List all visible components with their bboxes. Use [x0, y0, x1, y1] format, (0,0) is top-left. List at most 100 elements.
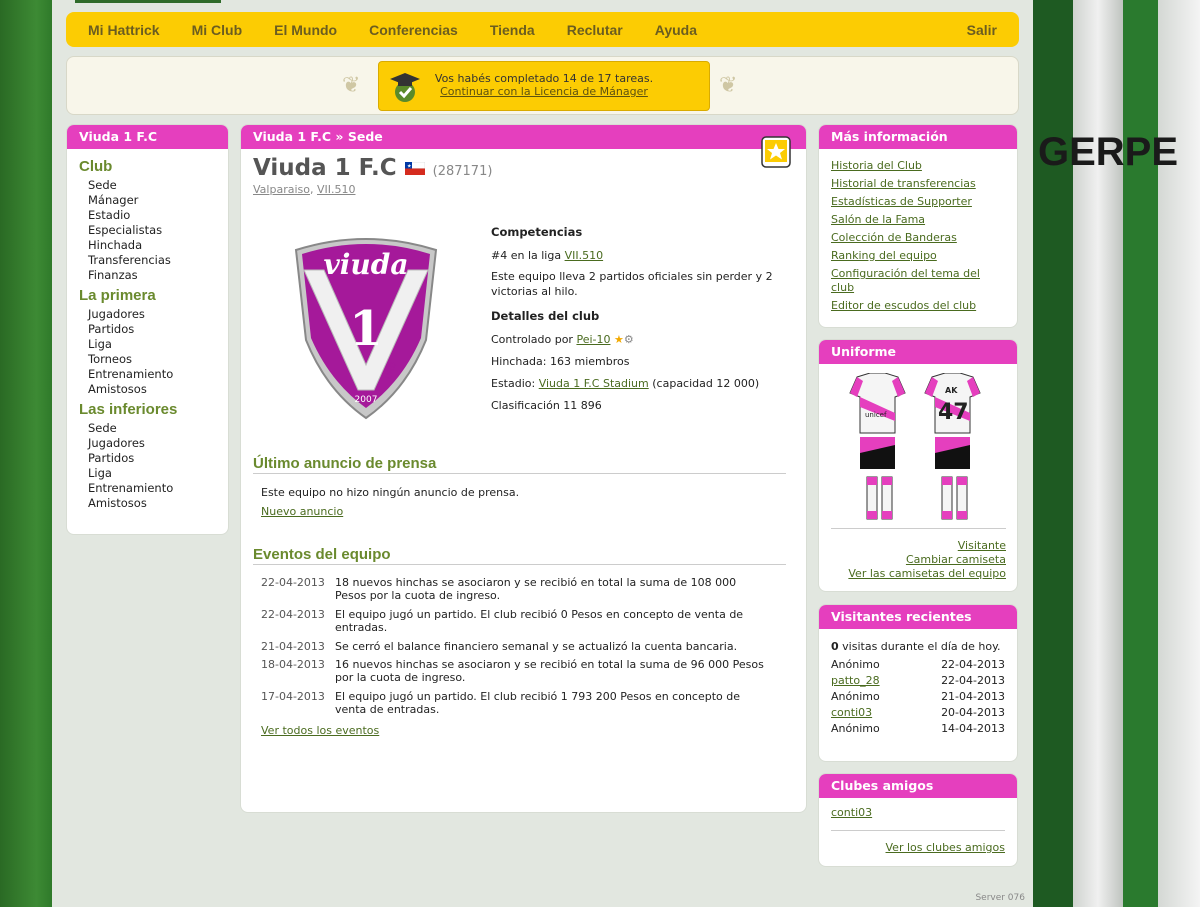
shirt-number: 47 — [938, 400, 969, 425]
license-link[interactable]: Continuar con la Licencia de Mánager — [440, 85, 648, 98]
change-shirt-link[interactable]: Cambiar camiseta — [831, 553, 1006, 567]
uniform-title: Uniforme — [819, 340, 1017, 364]
event-text: El equipo jugó un partido. El club recib… — [335, 608, 744, 634]
shirt-name: AK — [945, 386, 958, 395]
menu-item-youth-partidos[interactable]: Partidos — [79, 451, 216, 466]
theme-settings-link[interactable]: Configuración del tema del club — [831, 267, 1005, 295]
manager-link[interactable]: Pei-10 — [576, 333, 610, 346]
shirt-sponsor: unicef — [865, 411, 887, 419]
club-logo: viuda 1 2007 UNO — [294, 238, 438, 420]
uniform-links: Visitante Cambiar camiseta Ver las camis… — [831, 528, 1006, 581]
league-position: #4 en la liga — [491, 249, 562, 262]
league-position-link[interactable]: VII.510 — [565, 249, 604, 262]
menu-item-youth-entrenamiento[interactable]: Entrenamiento — [79, 481, 216, 496]
all-friends-link[interactable]: Ver los clubes amigos — [886, 841, 1005, 854]
nav-el-mundo[interactable]: El Mundo — [274, 22, 337, 38]
menu-item-youth-liga[interactable]: Liga — [79, 466, 216, 481]
flag-collection-link[interactable]: Colección de Banderas — [831, 229, 1005, 247]
team-ranking-link[interactable]: Ranking del equipo — [831, 247, 1005, 265]
region-link[interactable]: Valparaiso — [253, 183, 310, 196]
visitor-date: 20-04-2013 — [941, 706, 1005, 719]
supporter-stats-link[interactable]: Estadísticas de Supporter — [831, 193, 1005, 211]
visitor-row: conti03 20-04-2013 — [831, 705, 1005, 721]
nav-reclutar[interactable]: Reclutar — [567, 22, 623, 38]
visits-today: 0 visitas durante el día de hoy. — [831, 640, 1005, 654]
event-text: 16 nuevos hinchas se asociaron y se reci… — [335, 658, 764, 684]
hall-of-fame-link[interactable]: Salón de la Fama — [831, 211, 1005, 229]
supporter-star-icon: ★ — [613, 333, 624, 346]
away-kit-link[interactable]: Visitante — [831, 539, 1006, 553]
menu-item-entrenamiento[interactable]: Entrenamiento — [79, 367, 216, 382]
breadcrumb-separator: » — [335, 129, 344, 144]
visits-text: visitas durante el día de hoy. — [842, 640, 1001, 653]
menu-item-sede[interactable]: Sede — [79, 178, 216, 193]
nav-ayuda[interactable]: Ayuda — [655, 22, 697, 38]
license-box: Vos habés completado 14 de 17 tareas. Co… — [378, 61, 710, 111]
all-events-link[interactable]: Ver todos los eventos — [261, 724, 379, 737]
logout-link[interactable]: Salir — [967, 22, 997, 38]
server-label: Server 076 — [975, 893, 1025, 903]
menu-item-amistosos[interactable]: Amistosos — [79, 382, 216, 397]
visitor-name: Anónimo — [831, 690, 880, 703]
visitor-link[interactable]: conti03 — [831, 705, 872, 721]
graduation-cap-icon — [390, 73, 420, 102]
uniform-image: unicef AK 47 — [849, 373, 981, 520]
visitor-date: 14-04-2013 — [941, 722, 1005, 735]
club-ranking: Clasificación 11 896 — [491, 399, 602, 412]
logo-year: 2007 — [355, 395, 378, 405]
menu-item-youth-jugadores[interactable]: Jugadores — [79, 436, 216, 451]
team-shirts-link[interactable]: Ver las camisetas del equipo — [831, 567, 1006, 581]
menu-item-jugadores[interactable]: Jugadores — [79, 307, 216, 322]
menu-item-estadio[interactable]: Estadio — [79, 208, 216, 223]
visitor-link[interactable]: patto_28 — [831, 673, 880, 689]
menu-item-partidos[interactable]: Partidos — [79, 322, 216, 337]
chile-flag-icon: ★ — [404, 161, 425, 175]
left-menu-panel: Viuda 1 F.C Club Sede Mánager Estadio Es… — [66, 124, 229, 535]
crest-editor-link[interactable]: Editor de escudos del club — [831, 297, 1005, 315]
visitor-date: 21-04-2013 — [941, 690, 1005, 703]
stadium-label: Estadio: — [491, 377, 536, 390]
club-history-link[interactable]: Historia del Club — [831, 157, 1005, 175]
event-date: 21-04-2013 — [261, 640, 325, 653]
menu-item-manager[interactable]: Mánager — [79, 193, 216, 208]
league-link[interactable]: VII.510 — [317, 183, 356, 196]
visitor-row: Anónimo 14-04-2013 — [831, 721, 1005, 737]
menu-item-liga[interactable]: Liga — [79, 337, 216, 352]
menu-item-especialistas[interactable]: Especialistas — [79, 223, 216, 238]
main-panel: Viuda 1 F.C » Sede Viuda 1 F.C ★ (287171… — [240, 124, 807, 813]
menu-item-torneos[interactable]: Torneos — [79, 352, 216, 367]
nav-mi-club[interactable]: Mi Club — [192, 22, 243, 38]
top-strip — [75, 0, 221, 3]
stadium-link[interactable]: Viuda 1 F.C Stadium — [539, 377, 649, 390]
ornament-left-icon: ❦ — [342, 73, 361, 98]
menu-item-youth-amistosos[interactable]: Amistosos — [79, 496, 216, 511]
jersey-print: GERPE — [1038, 130, 1179, 174]
stadium-capacity: (capacidad 12 000) — [652, 377, 760, 390]
menu-item-transferencias[interactable]: Transferencias — [79, 253, 216, 268]
logo-number: 1 — [349, 301, 382, 357]
competitions-title: Competencias — [491, 225, 583, 239]
recent-visitors-panel: Visitantes recientes 0 visitas durante e… — [818, 604, 1018, 762]
nav-mi-hattrick[interactable]: Mi Hattrick — [88, 22, 160, 38]
friend-club-link[interactable]: conti03 — [831, 806, 1005, 820]
nav-conferencias[interactable]: Conferencias — [369, 22, 458, 38]
breadcrumb-club[interactable]: Viuda 1 F.C — [253, 129, 331, 144]
background-jersey: GERPE — [1033, 0, 1200, 907]
event-text: Se cerró el balance financiero semanal y… — [335, 640, 738, 653]
new-press-link[interactable]: Nuevo anuncio — [261, 505, 343, 518]
visitor-row: patto_28 22-04-2013 — [831, 673, 1005, 689]
menu-heading-club: Club — [79, 158, 113, 175]
transfer-history-link[interactable]: Historial de transferencias — [831, 175, 1005, 193]
breadcrumb: Viuda 1 F.C » Sede — [241, 125, 806, 149]
visitors-title: Visitantes recientes — [819, 605, 1017, 629]
nav-tienda[interactable]: Tienda — [490, 22, 535, 38]
menu-item-hinchada[interactable]: Hinchada — [79, 238, 216, 253]
menu-heading-la-primera: La primera — [79, 287, 156, 304]
uniform-panel: Uniforme unicef AK 47 Visitante Cambiar … — [818, 339, 1018, 592]
menu-item-finanzas[interactable]: Finanzas — [79, 268, 216, 283]
menu-item-youth-sede[interactable]: Sede — [79, 421, 216, 436]
favorite-star-icon[interactable] — [760, 135, 792, 169]
more-info-title: Más información — [819, 125, 1017, 149]
friend-clubs-panel: Clubes amigos conti03 Ver los clubes ami… — [818, 773, 1018, 867]
svg-text:★: ★ — [407, 164, 412, 170]
